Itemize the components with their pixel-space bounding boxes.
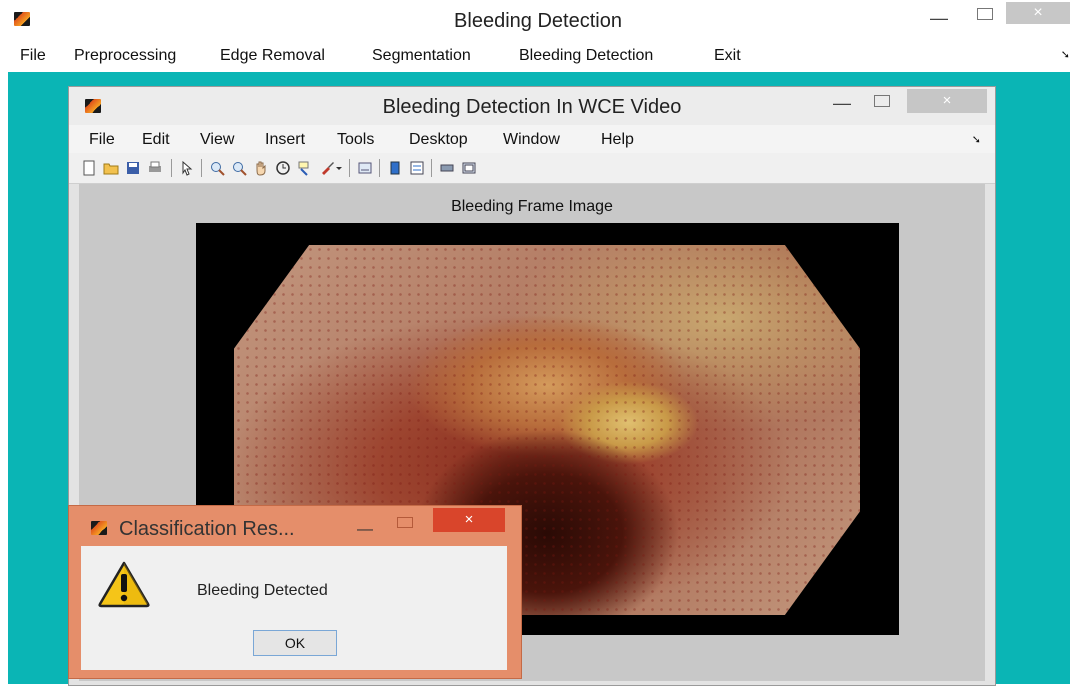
- ok-button[interactable]: OK: [253, 630, 337, 656]
- main-window-title: Bleeding Detection: [454, 10, 622, 32]
- toolbar-separator: [201, 159, 202, 177]
- fig-menu-insert[interactable]: Insert: [265, 131, 305, 149]
- menu-bleeding-detection[interactable]: Bleeding Detection: [519, 47, 653, 65]
- maximize-icon: [397, 517, 413, 528]
- maximize-icon: [977, 8, 993, 20]
- dialog-minimize-button[interactable]: —: [353, 516, 377, 544]
- zoom-in-icon[interactable]: [209, 160, 225, 176]
- menu-preprocessing[interactable]: Preprocessing: [74, 47, 176, 65]
- brush-icon[interactable]: [319, 160, 335, 176]
- figure-minimize-button[interactable]: —: [827, 89, 857, 117]
- save-icon[interactable]: [125, 160, 141, 176]
- fig-menu-window[interactable]: Window: [503, 131, 560, 149]
- figure-toolbar: [69, 153, 995, 184]
- fig-menu-help[interactable]: Help: [601, 131, 634, 149]
- figure-maximize-button[interactable]: [867, 87, 897, 115]
- dialog-maximize-button[interactable]: [393, 508, 417, 536]
- fig-menu-view[interactable]: View: [200, 131, 234, 149]
- main-menubar: File Preprocessing Edge Removal Segmenta…: [0, 42, 1076, 72]
- colorbar-dropdown-icon[interactable]: [335, 160, 343, 176]
- figure-close-button[interactable]: ×: [907, 89, 987, 113]
- menu-exit[interactable]: Exit: [714, 47, 741, 65]
- fig-menu-file[interactable]: File: [89, 131, 115, 149]
- toolbar-separator: [431, 159, 432, 177]
- print-icon[interactable]: [147, 160, 163, 176]
- open-file-icon[interactable]: [103, 160, 119, 176]
- matlab-icon: [91, 521, 107, 535]
- insert-colorbar-icon[interactable]: [387, 160, 403, 176]
- figure-menubar: File Edit View Insert Tools Desktop Wind…: [69, 125, 995, 153]
- fig-menu-overflow-icon[interactable]: ➘: [972, 133, 981, 146]
- main-titlebar: Bleeding Detection — ×: [0, 0, 1076, 42]
- toolbar-separator: [171, 159, 172, 177]
- dialog-body: Bleeding Detected OK: [81, 546, 507, 670]
- toolbar-separator: [349, 159, 350, 177]
- fig-menu-desktop[interactable]: Desktop: [409, 131, 468, 149]
- menu-segmentation[interactable]: Segmentation: [372, 47, 471, 65]
- menu-overflow-icon[interactable]: ➘: [1061, 48, 1070, 61]
- hide-plot-tools-icon[interactable]: [439, 160, 455, 176]
- minimize-button[interactable]: —: [924, 4, 954, 32]
- select-arrow-icon[interactable]: [179, 160, 195, 176]
- fig-menu-edit[interactable]: Edit: [142, 131, 170, 149]
- menu-edge-removal[interactable]: Edge Removal: [220, 47, 325, 65]
- maximize-icon: [874, 95, 890, 107]
- data-cursor-icon[interactable]: [297, 160, 313, 176]
- menu-file[interactable]: File: [20, 47, 46, 65]
- pan-hand-icon[interactable]: [253, 160, 269, 176]
- rotate-3d-icon[interactable]: [275, 160, 291, 176]
- figure-titlebar: Bleeding Detection In WCE Video — ×: [69, 87, 995, 125]
- zoom-out-icon[interactable]: [231, 160, 247, 176]
- fig-menu-tools[interactable]: Tools: [337, 131, 374, 149]
- dialog-message: Bleeding Detected: [197, 582, 328, 599]
- axes-title: Bleeding Frame Image: [451, 198, 613, 215]
- toolbar-separator: [379, 159, 380, 177]
- maximize-button[interactable]: [970, 0, 1000, 28]
- warning-icon: [98, 561, 150, 608]
- classification-dialog: Classification Res... — × Bleeding Detec…: [68, 505, 522, 679]
- dialog-title: Classification Res...: [119, 518, 295, 540]
- show-plot-tools-icon[interactable]: [461, 160, 477, 176]
- new-figure-icon[interactable]: [81, 160, 97, 176]
- insert-legend-icon[interactable]: [409, 160, 425, 176]
- link-plot-icon[interactable]: [357, 160, 373, 176]
- close-button[interactable]: ×: [1006, 2, 1070, 24]
- dialog-close-button[interactable]: ×: [433, 508, 505, 532]
